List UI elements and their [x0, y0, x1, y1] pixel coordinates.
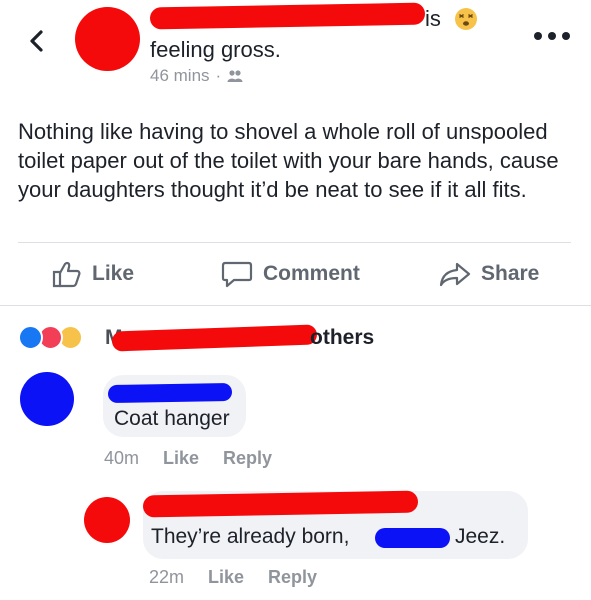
comment-like-link[interactable]: Like — [208, 567, 244, 588]
commenter-avatar[interactable] — [84, 497, 130, 543]
comment-meta: 40m Like Reply — [104, 448, 272, 469]
comment-button[interactable]: Comment — [221, 260, 360, 288]
comment-time: 22m — [149, 567, 185, 587]
comment-label: Comment — [263, 262, 360, 285]
share-button[interactable]: Share — [439, 260, 539, 288]
like-button[interactable]: Like — [52, 260, 134, 288]
status-verb: is — [425, 6, 441, 31]
post-text: Nothing like having to shovel a whole ro… — [18, 119, 559, 202]
comment-meta: 22m Like Reply — [149, 567, 317, 588]
comment-bubble-icon — [221, 261, 253, 288]
comment-reply-link[interactable]: Reply — [223, 448, 272, 469]
chevron-left-icon[interactable] — [24, 28, 50, 54]
comment-text: They’re already born, — [151, 525, 350, 548]
redacted-author-name — [149, 2, 426, 30]
commenter-avatar[interactable] — [20, 372, 74, 426]
comment-text-end: Jeez. — [455, 525, 506, 548]
comment-time: 40m — [104, 448, 140, 468]
comment-like-link[interactable]: Like — [163, 448, 199, 469]
reaction-others[interactable]: others — [310, 326, 374, 350]
avatar[interactable] — [75, 7, 140, 71]
post-meta: 46 mins · — [150, 66, 243, 86]
share-label: Share — [481, 262, 540, 285]
redacted-mention — [375, 528, 450, 548]
redacted-reactor-names — [111, 324, 318, 352]
divider — [18, 242, 571, 243]
share-arrow-icon — [439, 262, 471, 287]
feeling-text: feeling gross. — [150, 37, 281, 62]
like-reaction-icon — [18, 325, 43, 350]
reaction-icons[interactable] — [18, 325, 83, 350]
redacted-commenter-name — [107, 382, 233, 404]
sick-face-icon — [455, 8, 477, 30]
comment-reply-link[interactable]: Reply — [268, 567, 317, 588]
like-label: Like — [92, 262, 135, 285]
thumbs-up-icon — [52, 261, 81, 288]
timestamp[interactable]: 46 mins — [150, 66, 210, 86]
comment-text: Coat hanger — [114, 407, 230, 430]
friends-icon — [227, 70, 243, 82]
more-dots-icon[interactable] — [532, 31, 572, 41]
meta-separator: · — [215, 66, 222, 85]
divider — [0, 305, 591, 306]
